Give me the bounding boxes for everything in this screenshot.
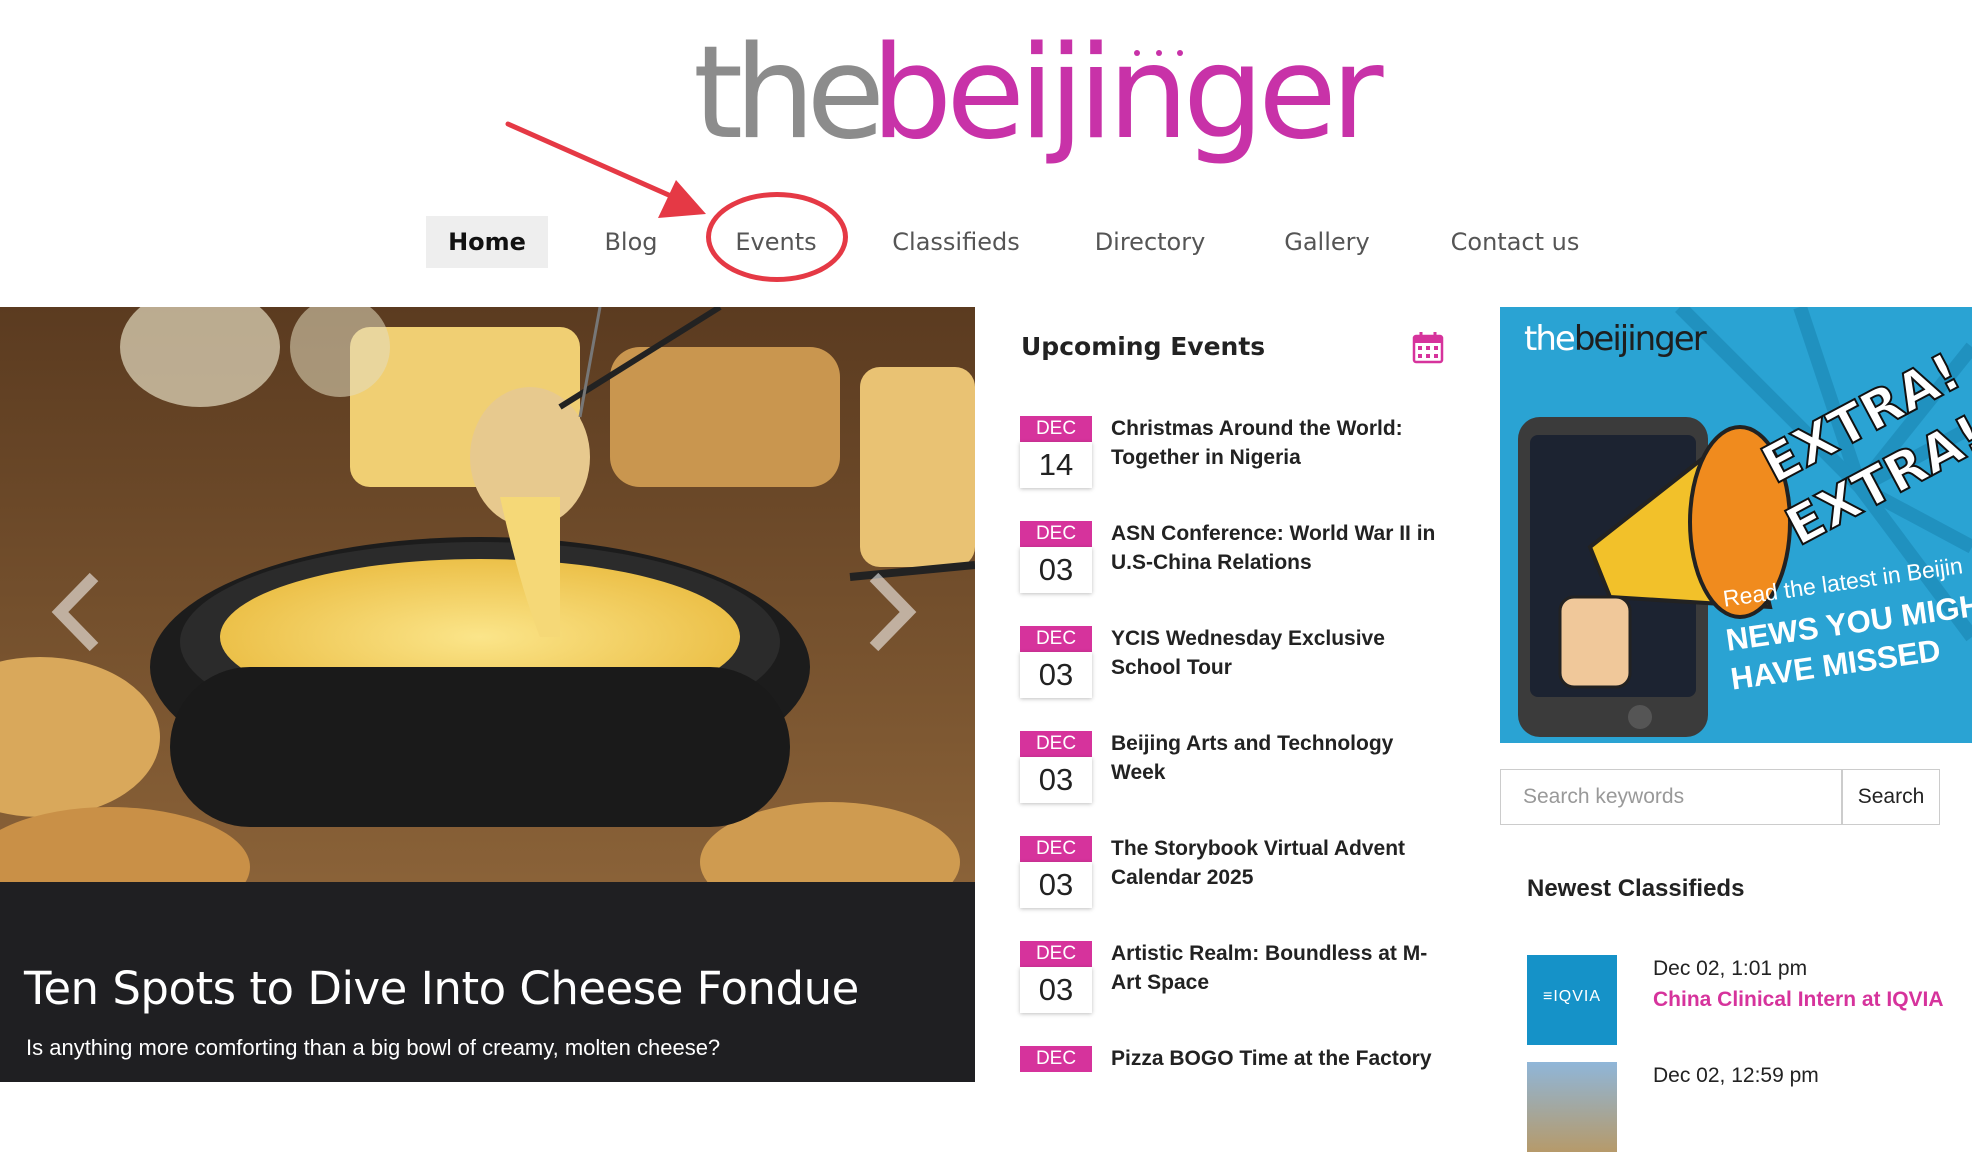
logo-dot	[1134, 50, 1140, 56]
classified-thumbnail[interactable]: ≡IQVIA	[1527, 955, 1617, 1045]
event-item[interactable]: DEC Pizza BOGO Time at the Factory	[1020, 1046, 1450, 1136]
event-day: 03	[1020, 862, 1092, 908]
nav-contact[interactable]: Contact us	[1440, 216, 1590, 268]
event-month: DEC	[1020, 416, 1092, 442]
logo-dot	[1177, 50, 1183, 56]
event-day: 03	[1020, 757, 1092, 803]
calendar-icon[interactable]	[1412, 330, 1444, 364]
event-day: 14	[1020, 442, 1092, 488]
event-item[interactable]: DEC 14 Christmas Around the World: Toget…	[1020, 416, 1450, 506]
event-month: DEC	[1020, 1046, 1092, 1072]
event-month: DEC	[1020, 521, 1092, 547]
event-title[interactable]: Artistic Realm: Boundless at M-Art Space	[1111, 939, 1451, 997]
event-title[interactable]: Christmas Around the World: Together in …	[1111, 414, 1451, 472]
nav-gallery[interactable]: Gallery	[1270, 216, 1384, 268]
ad-brand-beijinger: beijinger	[1573, 319, 1707, 359]
site-logo[interactable]: the beijinger	[693, 30, 1383, 178]
logo-beijinger-text: beijinger	[871, 19, 1383, 168]
classified-thumbnail[interactable]	[1527, 1062, 1617, 1152]
event-item[interactable]: DEC 03 YCIS Wednesday Exclusive School T…	[1020, 626, 1450, 716]
event-month: DEC	[1020, 626, 1092, 652]
search-button[interactable]: Search	[1842, 769, 1940, 825]
event-month: DEC	[1020, 731, 1092, 757]
event-day: 03	[1020, 652, 1092, 698]
ad-brand-the: the	[1524, 319, 1576, 359]
event-title[interactable]: The Storybook Virtual Advent Calendar 20…	[1111, 834, 1451, 892]
nav-classifieds[interactable]: Classifieds	[878, 216, 1034, 268]
hero-subtitle: Is anything more comforting than a big b…	[26, 1035, 721, 1060]
search-input[interactable]	[1500, 769, 1842, 825]
event-title[interactable]: Beijing Arts and Technology Week	[1111, 729, 1451, 787]
logo-dot	[1156, 50, 1162, 56]
annotation-arrow-icon	[505, 121, 706, 218]
classifieds-heading: Newest Classifieds	[1527, 875, 1745, 902]
annotation-circle	[706, 192, 848, 282]
classified-thumb-logo: ≡IQVIA	[1542, 988, 1601, 1005]
event-item[interactable]: DEC 03 ASN Conference: World War II in U…	[1020, 521, 1450, 611]
hero-slider[interactable]: Ten Spots to Dive Into Cheese Fondue Is …	[0, 307, 975, 1082]
event-item[interactable]: DEC 03 Artistic Realm: Boundless at M-Ar…	[1020, 941, 1450, 1031]
ad-banner[interactable]: thebeijinger EXTRA! EXTRA! Read the late…	[1500, 307, 1972, 743]
classified-item[interactable]: ≡IQVIA Dec 02, 1:01 pm China Clinical In…	[1527, 955, 1972, 1055]
event-day: 03	[1020, 547, 1092, 593]
nav-directory[interactable]: Directory	[1083, 216, 1217, 268]
classified-title[interactable]: China Clinical Intern at IQVIA	[1653, 988, 1944, 1012]
classified-date: Dec 02, 1:01 pm	[1653, 957, 1808, 980]
hero-title[interactable]: Ten Spots to Dive Into Cheese Fondue	[24, 962, 859, 1015]
fondue-illustration	[0, 307, 975, 882]
event-item[interactable]: DEC 03 Beijing Arts and Technology Week	[1020, 731, 1450, 821]
logo-the-text: the	[693, 19, 885, 168]
event-day: 03	[1020, 967, 1092, 1013]
event-month: DEC	[1020, 836, 1092, 862]
classified-date: Dec 02, 12:59 pm	[1653, 1064, 1819, 1087]
hero-prev-arrow-icon[interactable]	[48, 567, 108, 657]
event-title[interactable]: ASN Conference: World War II in U.S-Chin…	[1111, 519, 1451, 577]
event-month: DEC	[1020, 941, 1092, 967]
hero-caption: Ten Spots to Dive Into Cheese Fondue Is …	[0, 882, 975, 1082]
event-item[interactable]: DEC 03 The Storybook Virtual Advent Cale…	[1020, 836, 1450, 926]
main-nav: Home Blog Events Classifieds Directory G…	[0, 216, 1972, 270]
events-heading: Upcoming Events	[1021, 332, 1266, 361]
classified-item[interactable]: Dec 02, 12:59 pm	[1527, 1062, 1972, 1162]
hero-next-arrow-icon[interactable]	[860, 567, 920, 657]
hero-image[interactable]	[0, 307, 975, 882]
event-title[interactable]: Pizza BOGO Time at the Factory	[1111, 1044, 1451, 1073]
ad-brand: thebeijinger	[1524, 319, 1707, 359]
event-title[interactable]: YCIS Wednesday Exclusive School Tour	[1111, 624, 1451, 682]
